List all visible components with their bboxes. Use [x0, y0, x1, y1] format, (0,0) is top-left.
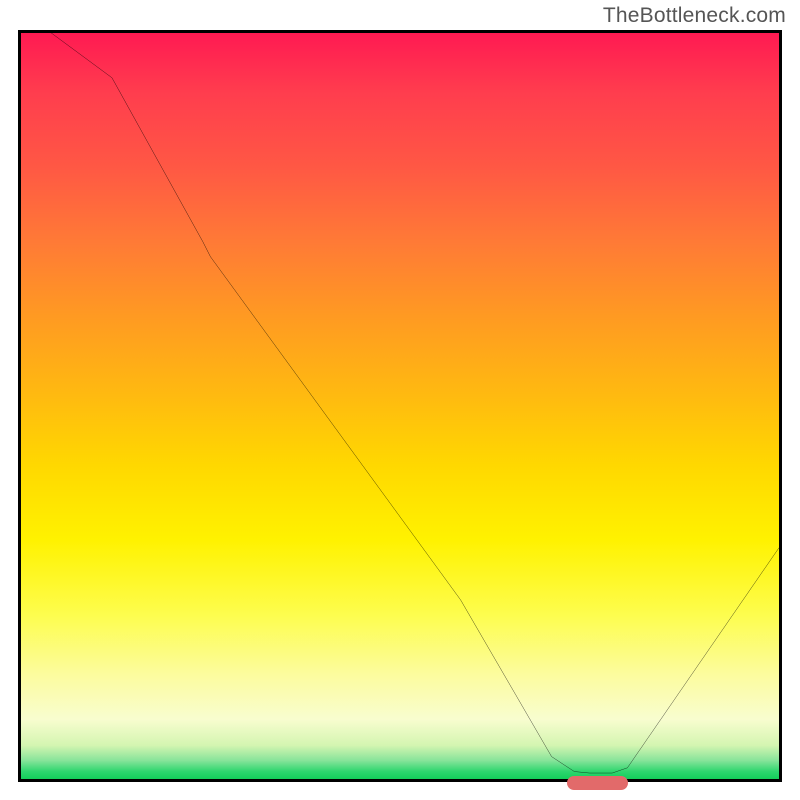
bottleneck-curve-svg	[21, 33, 779, 779]
bottleneck-curve-path	[21, 33, 779, 773]
watermark-text: TheBottleneck.com	[603, 4, 786, 28]
optimal-range-marker	[567, 776, 628, 790]
chart-plot-area	[18, 30, 782, 782]
